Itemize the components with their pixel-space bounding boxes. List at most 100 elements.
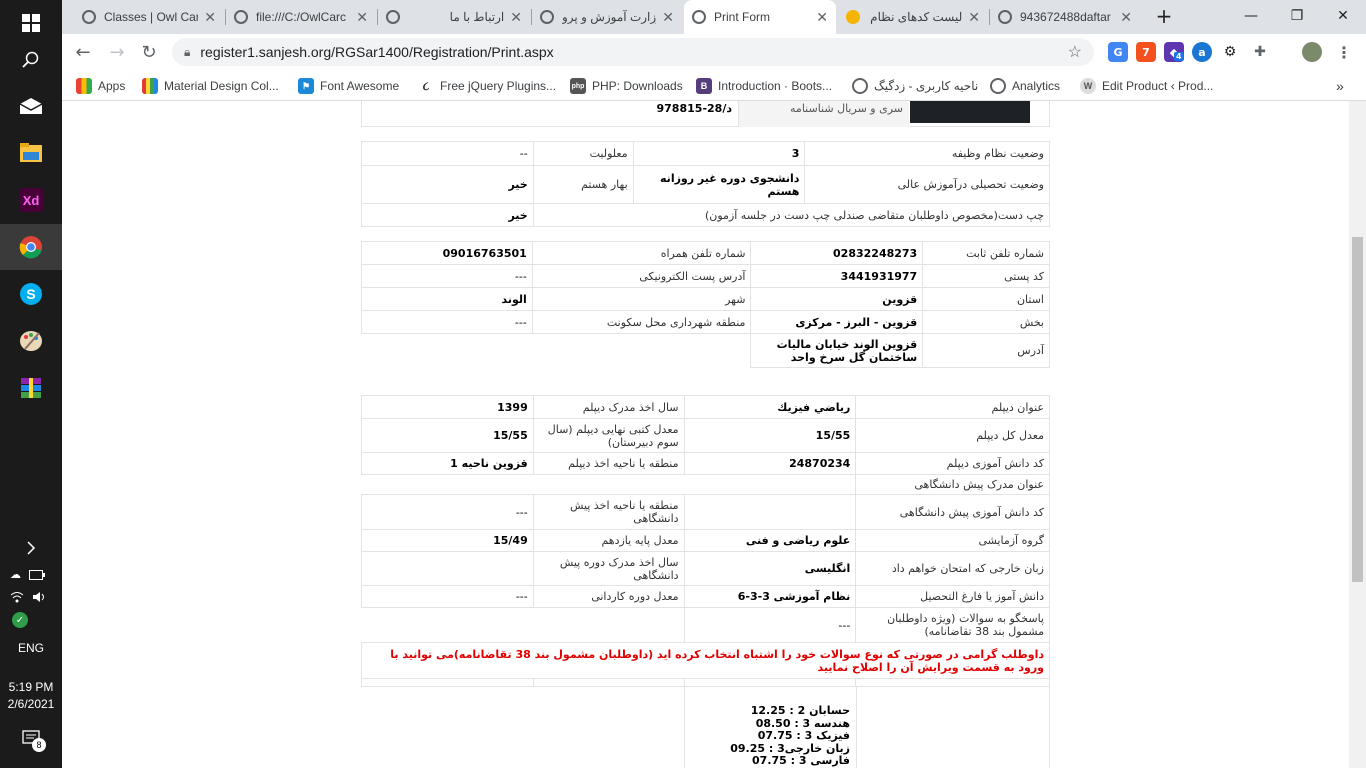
city-value: الوند xyxy=(361,287,533,311)
education-status-label: وضعیت تحصیلی درآموزش عالی xyxy=(804,165,1050,204)
bookmark-material-design[interactable]: Material Design Col... xyxy=(142,76,279,96)
tab-ministry-education[interactable]: وزارت آموزش و پرو ✕ xyxy=(532,0,682,34)
diploma-gpa-label: معدل کل دیپلم xyxy=(855,418,1050,453)
file-explorer-icon[interactable] xyxy=(0,130,62,176)
skype-icon[interactable]: S xyxy=(0,271,62,317)
bookmark-analytics[interactable]: Analytics xyxy=(990,76,1060,96)
grade-line: فارسی 3 : 07.75 xyxy=(752,754,850,767)
security-check-icon[interactable]: ✓ xyxy=(12,612,28,628)
windows-taskbar: Xd S ☁ ✓ ENG 5:19 PM 2/6/2021 8 xyxy=(0,0,62,768)
back-icon[interactable]: ← xyxy=(70,39,96,65)
tab-system-codes[interactable]: لیست کدهای نظام ✕ xyxy=(838,0,988,34)
exam-group-label: گروه آزمایشی xyxy=(855,529,1050,552)
district-label: بخش xyxy=(922,310,1050,334)
bookmark-edit-product[interactable]: W Edit Product ‹ Prod... xyxy=(1080,76,1213,96)
scrollbar-thumb[interactable] xyxy=(1352,237,1363,582)
close-tab-icon[interactable]: ✕ xyxy=(662,9,674,26)
close-tab-icon[interactable]: ✕ xyxy=(510,9,522,26)
bookmark-apps[interactable]: Apps xyxy=(76,76,125,96)
bookmark-bootstrap[interactable]: B Introduction · Boots... xyxy=(696,76,832,96)
notification-icon[interactable]: 8 xyxy=(22,730,46,754)
student-code-value: 24870234 xyxy=(683,452,857,475)
mobile-label: شماره تلفن همراه xyxy=(531,241,752,265)
preuni-region-label: منطقه یا ناحیه اخذ پیش دانشگاهی xyxy=(532,494,685,530)
more-bookmarks-icon[interactable]: » xyxy=(1336,76,1344,96)
associate-gpa-label: معدل دوره کاردانی xyxy=(532,585,685,608)
globe-icon xyxy=(540,10,554,24)
browser-chrome: Classes | Owl Can ✕ file:///C:/OwlCarc ✕ ا… xyxy=(62,0,1366,101)
paint-icon[interactable] xyxy=(0,318,62,364)
reload-icon[interactable]: ↻ xyxy=(136,39,162,65)
student-code-label: کد دانش آموزی دیپلم xyxy=(855,452,1050,475)
associate-gpa-value: --- xyxy=(361,585,534,608)
page-scrollbar[interactable] xyxy=(1349,101,1366,768)
bookmark-zedgig[interactable]: ناحیه کاربری - زدگیگ xyxy=(852,76,978,96)
search-icon[interactable] xyxy=(0,37,62,83)
jquery-icon: ૮ xyxy=(418,78,434,94)
tab-owl-file[interactable]: file:///C:/OwlCarc ✕ xyxy=(226,0,376,34)
volume-icon[interactable] xyxy=(32,588,48,607)
grades-cell: حسابان 2 : 12.25 هندسه 3 : 08.50 فیزیک 3… xyxy=(684,687,857,768)
exam-group-value: علوم رياضی و فنی xyxy=(683,529,857,552)
onedrive-icon[interactable]: ☁ xyxy=(10,568,21,581)
id-serial-label: سری و سریال شناسنامه xyxy=(739,101,909,127)
adobe-xd-icon[interactable]: Xd xyxy=(0,177,62,223)
extension-icon[interactable]: ⚙ xyxy=(1220,42,1240,62)
forward-icon[interactable]: → xyxy=(104,39,130,65)
clock-date[interactable]: 2/6/2021 xyxy=(0,697,62,711)
battery-icon[interactable] xyxy=(29,565,45,584)
phone-label: شماره تلفن ثابت xyxy=(922,241,1050,265)
bookmark-php[interactable]: php PHP: Downloads xyxy=(570,76,683,96)
close-tab-icon[interactable]: ✕ xyxy=(1120,9,1132,26)
clock-time[interactable]: 5:19 PM xyxy=(0,680,62,694)
extension-icon[interactable]: 7 xyxy=(1136,42,1156,62)
phone-value: 02832248273 xyxy=(750,241,924,265)
address-bar[interactable]: 🔒︎ register1.sanjesh.org/RGSar1400/Regis… xyxy=(172,38,1094,66)
written-gpa-value: 15/55 xyxy=(361,418,534,453)
winrar-icon[interactable] xyxy=(0,365,62,411)
chevron-up-icon[interactable] xyxy=(0,530,62,566)
tab-print-form[interactable]: Print Form ✕ xyxy=(684,0,836,34)
grades-list: حسابان 2 : 12.25 هندسه 3 : 08.50 فیزیک 3… xyxy=(730,704,850,768)
extension-icon[interactable]: a xyxy=(1192,42,1212,62)
diploma-region-label: منطقه یا ناحیه اخذ دیپلم xyxy=(532,452,685,475)
tab-daftar[interactable]: 943672488daftar ✕ xyxy=(990,0,1140,34)
preuni-region-value: --- xyxy=(361,494,534,530)
bootstrap-icon: B xyxy=(696,78,712,94)
chrome-icon[interactable] xyxy=(0,224,62,270)
diploma-title-value: رياضي فيزيك xyxy=(683,395,857,419)
tab-owl-classes[interactable]: Classes | Owl Can ✕ xyxy=(74,0,224,34)
wifi-icon[interactable] xyxy=(10,588,24,607)
url-text[interactable]: register1.sanjesh.org/RGSar1400/Registra… xyxy=(200,44,553,60)
diploma-year-value: 1399 xyxy=(361,395,534,419)
municipal-label: منطقه شهرداری محل سکونت xyxy=(531,310,752,334)
bookmark-jquery-plugins[interactable]: ૮ Free jQuery Plugins... xyxy=(418,76,556,96)
flag-icon: ⚑ xyxy=(298,78,314,94)
profile-avatar[interactable] xyxy=(1302,42,1322,62)
close-tab-icon[interactable]: ✕ xyxy=(816,9,828,26)
municipal-value: --- xyxy=(361,310,533,334)
language-indicator[interactable]: ENG xyxy=(0,641,62,655)
close-window-button[interactable]: ✕ xyxy=(1320,0,1366,32)
extension-icon[interactable]: ◆ 4 xyxy=(1164,42,1184,62)
restore-button[interactable]: ❐ xyxy=(1274,0,1320,32)
lock-icon[interactable]: 🔒︎ xyxy=(184,45,190,60)
bookmark-font-awesome[interactable]: ⚑ Font Awesome xyxy=(298,76,399,96)
globe-icon xyxy=(234,10,248,24)
star-bookmark-icon[interactable]: ☆ xyxy=(1068,42,1082,62)
menu-kebab-icon[interactable]: ⋮ xyxy=(1334,42,1354,62)
new-tab-button[interactable]: + xyxy=(1146,0,1182,32)
tab-contact-us[interactable]: ارتباط با ما ✕ xyxy=(378,0,530,34)
close-tab-icon[interactable]: ✕ xyxy=(968,9,980,26)
language-value: انگلیسی xyxy=(683,551,857,586)
mail-icon[interactable] xyxy=(0,83,62,129)
close-tab-icon[interactable]: ✕ xyxy=(204,9,216,26)
extensions-puzzle-icon[interactable]: ✚ xyxy=(1250,42,1270,62)
diploma-title-label: عنوان دیپلم xyxy=(855,395,1050,419)
military-label: وضعیت نظام وظیفه xyxy=(804,141,1050,166)
apps-grid-icon xyxy=(76,78,92,94)
minimize-button[interactable]: — xyxy=(1228,0,1274,32)
province-label: استان xyxy=(922,287,1050,311)
google-translate-icon[interactable]: G xyxy=(1108,42,1128,62)
close-tab-icon[interactable]: ✕ xyxy=(356,9,368,26)
